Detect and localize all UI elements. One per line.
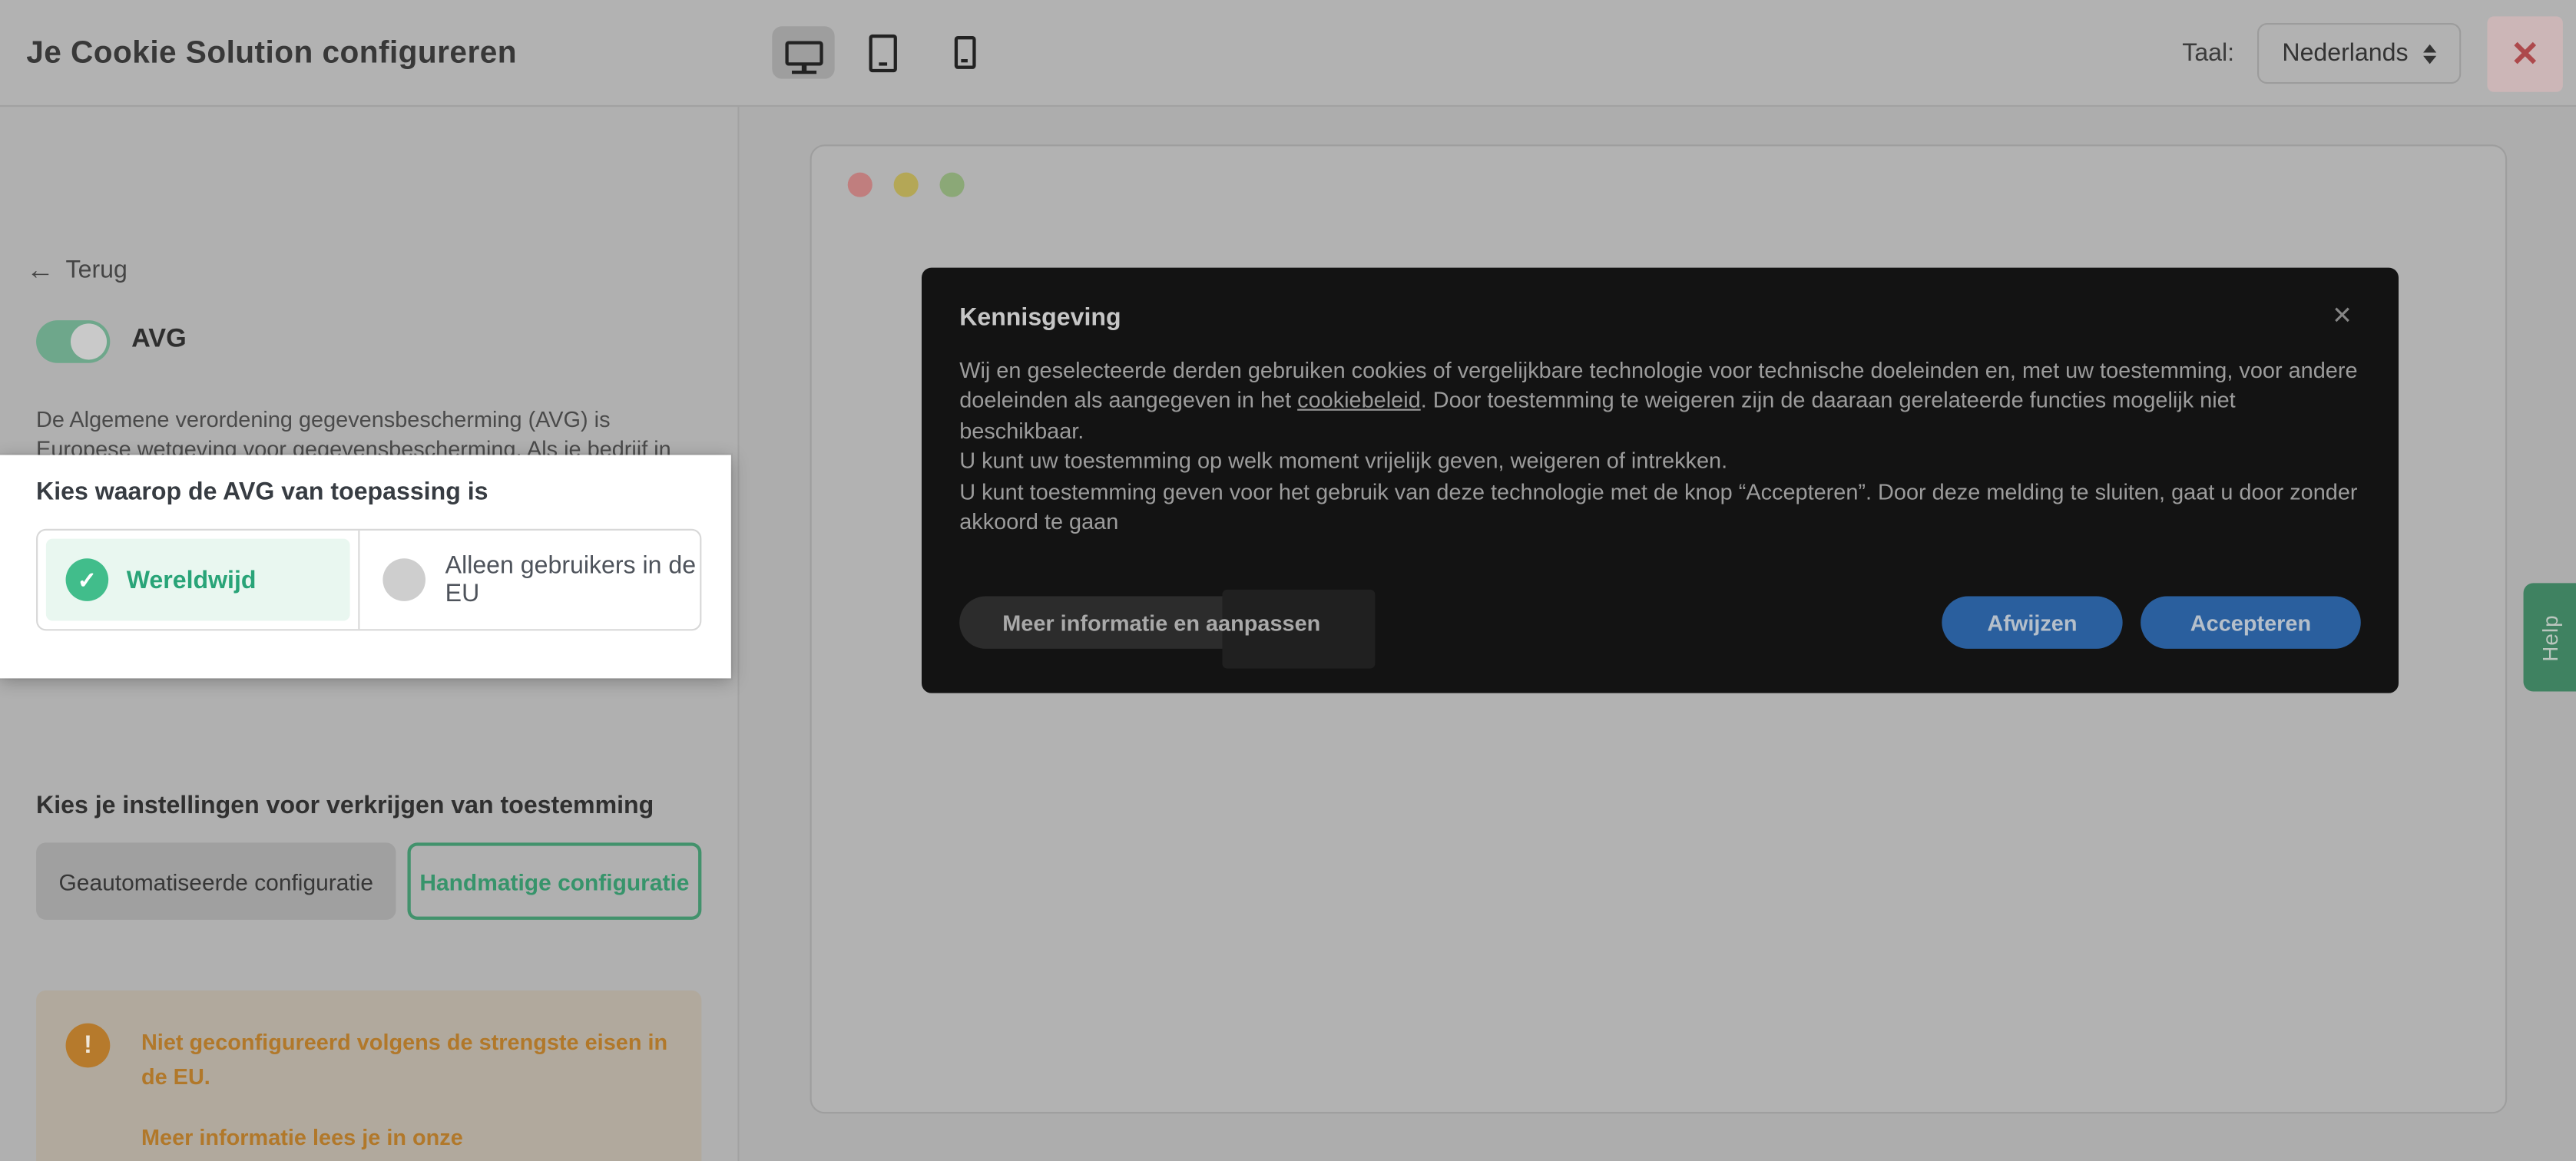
desktop-icon (784, 40, 822, 64)
automated-configuration-button[interactable]: Geautomatiseerde configuratie (36, 842, 396, 920)
banner-accept-button[interactable]: Accepteren (2141, 596, 2361, 648)
consent-section-title: Kies je instellingen voor verkrijgen van… (36, 792, 694, 819)
highlight-artifact (1222, 590, 1375, 669)
warning-more-info: Meer informatie lees je in onze cookieve… (141, 1122, 684, 1161)
banner-close-icon[interactable]: ✕ (2332, 300, 2353, 330)
scope-option-eu-label: Alleen gebruikers in de EU (445, 552, 700, 608)
device-toggle-desktop[interactable] (772, 26, 834, 78)
device-toggle-tablet[interactable] (851, 26, 913, 78)
back-link[interactable]: ← Terug (26, 256, 127, 284)
traffic-dot-red-icon (848, 173, 872, 197)
select-arrows-icon (2423, 44, 2436, 64)
mobile-icon (954, 36, 975, 69)
close-icon: ✕ (2511, 34, 2540, 74)
radio-checked-icon: ✓ (66, 558, 109, 601)
language-select[interactable]: Nederlands (2257, 23, 2461, 84)
warning-icon: ! (66, 1024, 111, 1068)
back-arrow-icon: ← (26, 256, 54, 284)
toggle-knob (71, 323, 107, 359)
gdpr-scope-section: Kies waarop de AVG van toepassing is ✓ W… (0, 455, 731, 679)
help-tab[interactable]: Help (2524, 583, 2576, 691)
settings-sidebar: ← Terug AVG De Algemene verordening gege… (0, 107, 740, 1161)
gdpr-toggle[interactable] (36, 320, 110, 363)
page-title: Je Cookie Solution configureren (26, 0, 517, 107)
banner-title: Kennisgeving (959, 304, 1121, 332)
configurator-screen: Je Cookie Solution configureren Taal: Ne… (0, 0, 2576, 1161)
warning-message: Niet geconfigureerd volgens de strengste… (141, 1027, 684, 1096)
gdpr-label: AVG (131, 326, 187, 356)
radio-unchecked-icon (382, 558, 425, 601)
warning-more-info-prefix: Meer informatie lees je in onze (141, 1125, 463, 1149)
scope-option-worldwide-cell: ✓ Wereldwijd (38, 531, 359, 629)
help-tab-label: Help (2538, 614, 2562, 660)
scope-section-title: Kies waarop de AVG van toepassing is (36, 478, 488, 505)
scope-option-worldwide[interactable]: ✓ Wereldwijd (46, 539, 350, 621)
banner-paragraph-3: U kunt toestemming geven voor het gebrui… (959, 478, 2364, 538)
browser-mockup: Kennisgeving ✕ Wij en geselecteerde derd… (810, 144, 2508, 1113)
scope-option-worldwide-label: Wereldwijd (127, 566, 257, 594)
cookie-banner-preview: Kennisgeving ✕ Wij en geselecteerde derd… (922, 268, 2399, 693)
language-label: Taal: (2182, 0, 2234, 107)
manual-configuration-button[interactable]: Handmatige configuratie (407, 842, 701, 920)
device-toggle-mobile[interactable] (933, 26, 995, 78)
traffic-dot-yellow-icon (894, 173, 919, 197)
tablet-icon (868, 34, 896, 71)
back-label: Terug (66, 256, 127, 284)
scope-options-group: ✓ Wereldwijd Alleen gebruikers in de EU (36, 529, 701, 631)
banner-reject-button[interactable]: Afwijzen (1942, 596, 2122, 648)
scope-option-eu-only[interactable]: Alleen gebruikers in de EU (359, 531, 700, 629)
banner-body-text: Wij en geselecteerde derden gebruiken co… (959, 356, 2364, 538)
banner-paragraph-1: Wij en geselecteerde derden gebruiken co… (959, 356, 2364, 448)
language-select-value: Nederlands (2282, 39, 2408, 67)
close-configurator-button[interactable]: ✕ (2487, 16, 2562, 91)
warning-exclamation: ! (84, 1031, 92, 1059)
preview-area: Kennisgeving ✕ Wij en geselecteerde derd… (740, 107, 2576, 1161)
header-bar: Je Cookie Solution configureren Taal: Ne… (0, 0, 2576, 107)
traffic-dot-green-icon (940, 173, 965, 197)
cookie-policy-link[interactable]: cookiebeleid (1297, 389, 1421, 413)
compliance-warning-box: ! Niet geconfigureerd volgens de strengs… (36, 991, 701, 1161)
banner-paragraph-2: U kunt uw toestemming op welk moment vri… (959, 448, 2364, 478)
